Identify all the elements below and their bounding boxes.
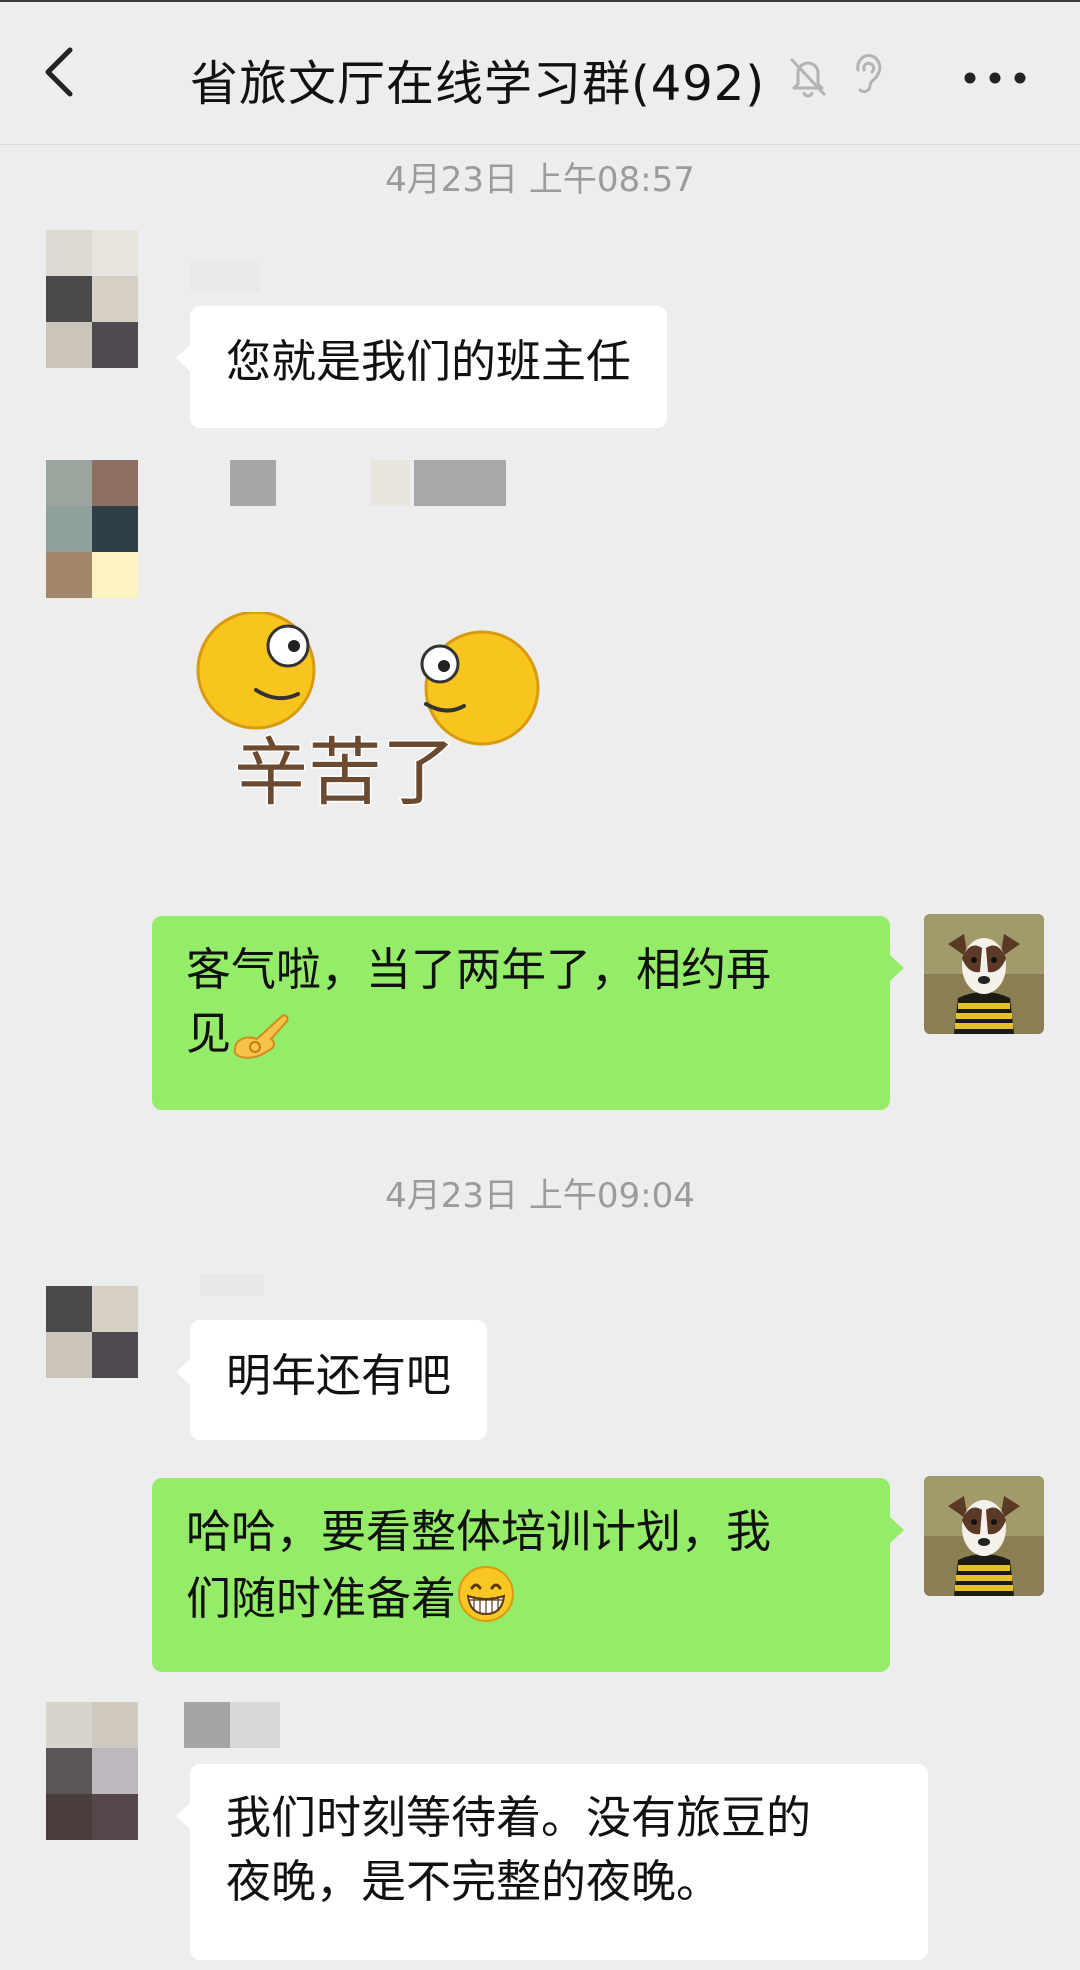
message-text: 明年还有吧 <box>226 1349 452 1402</box>
message-text-line: 见 <box>186 1007 232 1060</box>
message-text-line: 哈哈，要看整体培训计划，我 <box>186 1505 772 1558</box>
message-bubble[interactable]: 我们时刻等待着。没有旅豆的 夜晚，是不完整的夜晚。 <box>176 1764 928 1960</box>
earpiece-icon <box>856 54 882 94</box>
message-text-line: 夜晚，是不完整的夜晚。 <box>226 1855 722 1908</box>
own-avatar[interactable] <box>924 914 1044 1034</box>
message-bubble[interactable]: 您就是我们的班主任 <box>175 306 668 428</box>
message-bubble[interactable]: 明年还有吧 <box>175 1320 488 1440</box>
message-timestamp: 4月23日 上午09:04 <box>385 1176 695 1216</box>
ellipsis-icon[interactable] <box>960 58 1030 98</box>
message-text-line: 们随时准备着 <box>186 1572 457 1625</box>
bell-off-icon <box>790 58 826 98</box>
emoji-face-right-icon <box>420 630 540 746</box>
message-text-line: 我们时刻等待着。没有旅豆的 <box>226 1791 812 1844</box>
sticker-text: 辛苦了 <box>234 730 456 812</box>
message-timestamp: 4月23日 上午08:57 <box>385 160 695 200</box>
sticker-xinkule[interactable]: 辛苦了 <box>194 612 550 812</box>
grinning-face-emoji-icon <box>458 1566 515 1622</box>
ok-hand-emoji-icon <box>233 1014 289 1059</box>
own-avatar[interactable] <box>924 1476 1044 1596</box>
chat-header: 省旅文厅在线学习群(492) <box>0 2 1080 145</box>
dog-photo-icon <box>924 914 1044 1034</box>
emoji-face-left-icon <box>196 612 316 730</box>
chat-title[interactable]: 省旅文厅在线学习群(492) <box>190 44 765 114</box>
message-text-line: 客气啦，当了两年了，相约再 <box>186 943 772 996</box>
own-message-bubble[interactable]: 哈哈，要看整体培训计划，我 们随时准备着 <box>152 1478 904 1672</box>
own-message-bubble[interactable]: 客气啦，当了两年了，相约再 见 <box>152 916 904 1110</box>
message-text: 您就是我们的班主任 <box>226 335 632 388</box>
dog-photo-icon <box>924 1476 1044 1596</box>
chevron-left-icon[interactable] <box>34 42 94 102</box>
